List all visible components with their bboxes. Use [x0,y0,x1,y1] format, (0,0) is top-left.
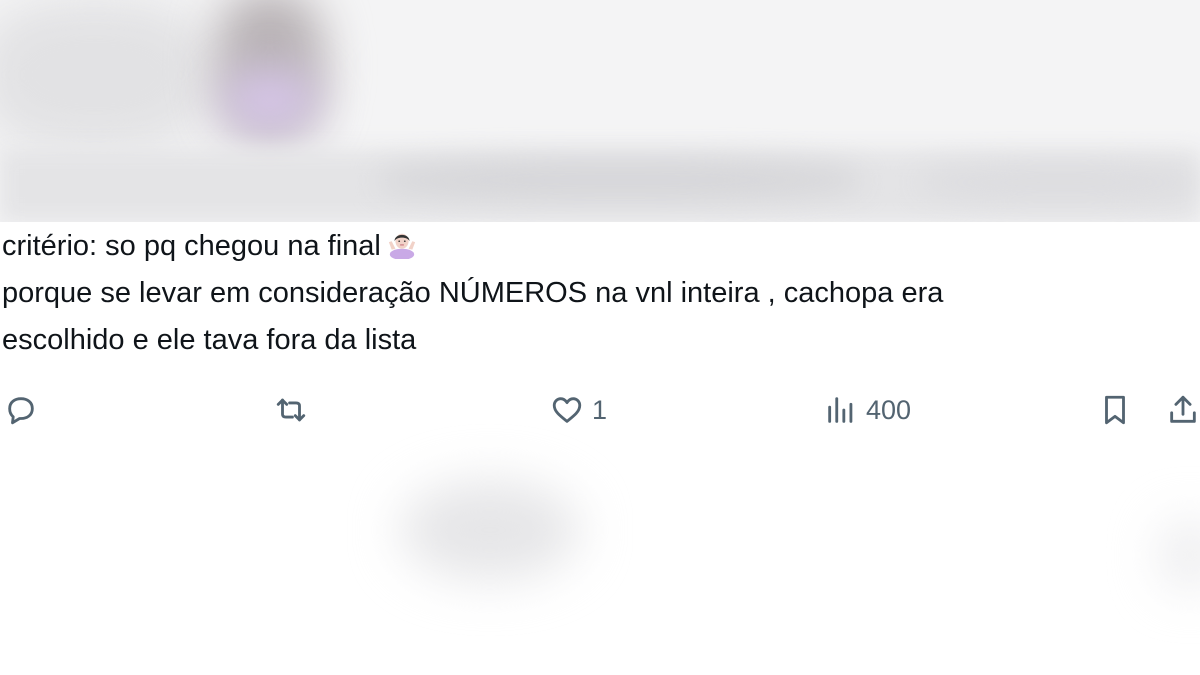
tweet-line: porque se levar em consideração NÚMEROS … [2,277,944,309]
share-button[interactable] [1166,388,1200,432]
blurred-region [920,165,1200,200]
blurred-region [225,70,315,130]
blurred-region [1160,520,1200,590]
retweet-button[interactable] [274,388,308,432]
person-shrugging-emoji [388,233,415,259]
blurred-region [380,160,860,200]
tweet-action-bar: 1 400 [0,388,1200,432]
reply-button[interactable] [4,388,38,432]
bookmark-button[interactable] [1098,388,1132,432]
views-count: 400 [866,394,912,425]
blurred-region [0,0,210,150]
bookmark-icon [1105,395,1125,425]
like-button[interactable]: 1 [550,388,607,432]
tweet-text: critério: so pq chegou na final porque s… [2,223,1198,364]
tweet-line: escolhido e ele tava fora da lista [2,324,417,356]
heart-icon [552,397,582,423]
views-button[interactable]: 400 [824,388,911,432]
tweet-line: critério: so pq chegou na final [2,223,1198,270]
views-icon [828,397,853,423]
retweet-icon [276,398,306,422]
blurred-region [400,480,580,580]
share-icon [1170,395,1196,423]
like-count: 1 [592,394,608,425]
blurred-media-header [0,0,1200,222]
reply-icon [8,397,34,425]
